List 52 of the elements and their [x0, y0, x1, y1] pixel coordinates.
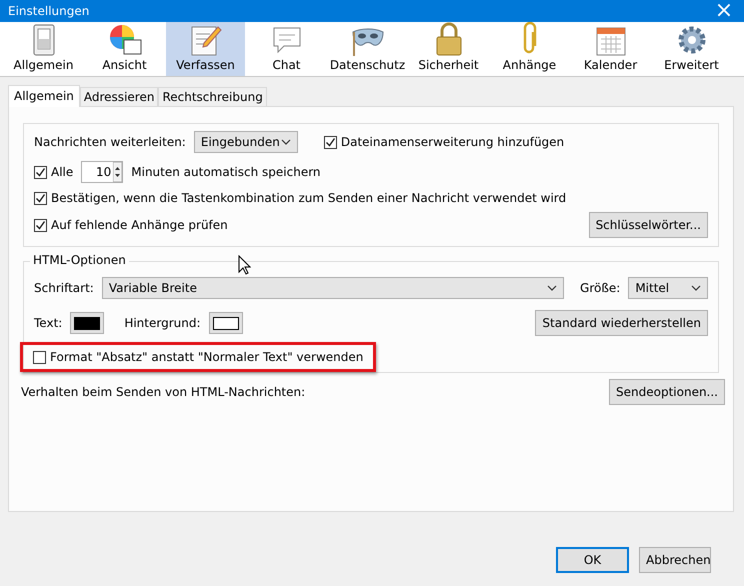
- font-dropdown[interactable]: Variable Breite: [102, 277, 564, 299]
- chevron-down-icon: [547, 285, 558, 291]
- checkmark-icon: [35, 220, 46, 230]
- toolbar-tab[interactable]: Anhänge: [490, 22, 569, 76]
- checkbox[interactable]: Bestätigen, wenn die Tastenkombination zum Senden einer Nachricht verwendet wird: [34, 191, 566, 205]
- tab[interactable]: Rechtschreibung: [158, 87, 267, 107]
- cancel-button[interactable]: Abbrechen: [639, 547, 711, 573]
- reset-button[interactable]: Standard wiederherstellen: [535, 310, 708, 336]
- minutes-spinner[interactable]: 10: [81, 161, 124, 183]
- pencil-notepad-icon: [190, 24, 222, 56]
- color-picker-button[interactable]: [70, 312, 104, 334]
- close-button[interactable]: ×: [712, 0, 736, 22]
- checkmark-icon: [35, 166, 46, 178]
- keywords-button[interactable]: Schlüsselwörter...: [588, 212, 708, 238]
- toolbar-tab[interactable]: Ansicht: [85, 22, 164, 76]
- tab[interactable]: Allgemein: [8, 85, 80, 107]
- checkbox[interactable]: Format "Absatz" anstatt "Normaler Text" verwenden: [33, 350, 364, 364]
- toolbar-tab[interactable]: Kalender: [571, 22, 650, 76]
- size-dropdown[interactable]: Mittel: [628, 277, 708, 299]
- speech-bubble-icon: [272, 26, 302, 56]
- color-label: Text:: [34, 316, 62, 330]
- tab[interactable]: Adressieren: [80, 87, 158, 107]
- size-label: Größe:: [580, 281, 620, 295]
- toolbar-tab[interactable]: Datenschutz: [328, 22, 407, 76]
- chevron-down-icon: [691, 285, 701, 291]
- ok-button[interactable]: OK: [556, 547, 629, 573]
- toolbar-tab[interactable]: Sicherheit: [409, 22, 488, 76]
- toolbar-tab[interactable]: Allgemein: [4, 22, 83, 76]
- paperclip-icon: [522, 22, 538, 56]
- forward-dropdown[interactable]: Eingebunden: [194, 131, 298, 153]
- group-title: HTML-Optionen: [30, 253, 129, 267]
- checkmark-icon: [324, 136, 336, 148]
- checkbox[interactable]: Auf fehlende Anhänge prüfen: [34, 218, 228, 232]
- window-title: Einstellungen: [8, 4, 90, 18]
- chevron-down-icon: [280, 139, 291, 145]
- toolbar-tab[interactable]: Chat: [247, 22, 326, 76]
- color-picker-button[interactable]: [208, 312, 243, 334]
- toolbar-tab[interactable]: Erweitert: [652, 22, 731, 76]
- checkbox[interactable]: Dateinamenserweiterung hinzufügen: [324, 135, 564, 149]
- toolbar-tab[interactable]: Verfassen: [166, 22, 245, 76]
- checkmark-icon: [35, 192, 46, 204]
- cursor-icon: [238, 255, 251, 275]
- send-options-button[interactable]: Sendeoptionen...: [609, 379, 725, 405]
- padlock-icon: [434, 22, 462, 56]
- send-label: Verhalten beim Senden von HTML-Nachrichten:: [21, 385, 306, 399]
- calendar-icon: [596, 26, 626, 56]
- color-label: Hintergrund:: [124, 316, 201, 330]
- autosave-label: Minuten automatisch speichern: [131, 165, 321, 179]
- forward-label: Nachrichten weiterleiten:: [34, 135, 186, 149]
- checkbox[interactable]: Alle: [34, 165, 74, 179]
- mask-icon: [350, 26, 386, 56]
- font-label: Schriftart:: [34, 281, 94, 295]
